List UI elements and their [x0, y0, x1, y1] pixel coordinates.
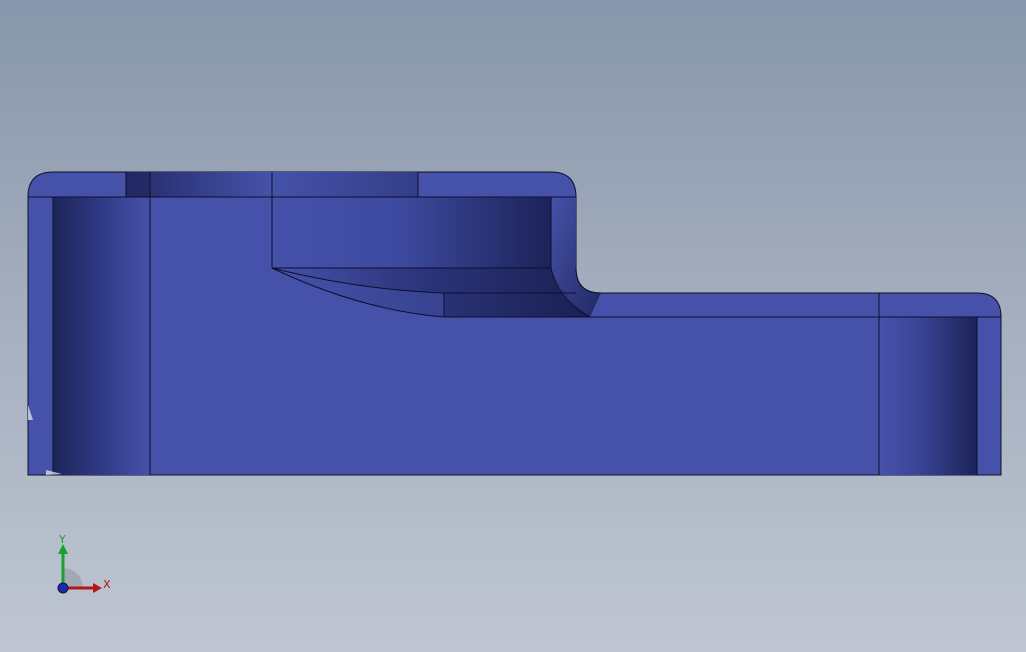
- coordinate-triad[interactable]: Y X: [50, 530, 120, 600]
- x-axis-arrowhead: [93, 583, 102, 593]
- left-bore-face[interactable]: [53, 197, 150, 475]
- y-axis-label: Y: [58, 533, 66, 546]
- x-axis-label: X: [103, 578, 111, 591]
- pocket-face[interactable]: [272, 197, 551, 268]
- z-axis-origin: [57, 582, 69, 594]
- right-bore-face[interactable]: [879, 317, 977, 475]
- top-slot-left-dark: [126, 172, 150, 197]
- part-model-view[interactable]: [0, 0, 1026, 652]
- top-slot-light: [272, 172, 418, 197]
- graphics-viewport[interactable]: Y X: [0, 0, 1026, 652]
